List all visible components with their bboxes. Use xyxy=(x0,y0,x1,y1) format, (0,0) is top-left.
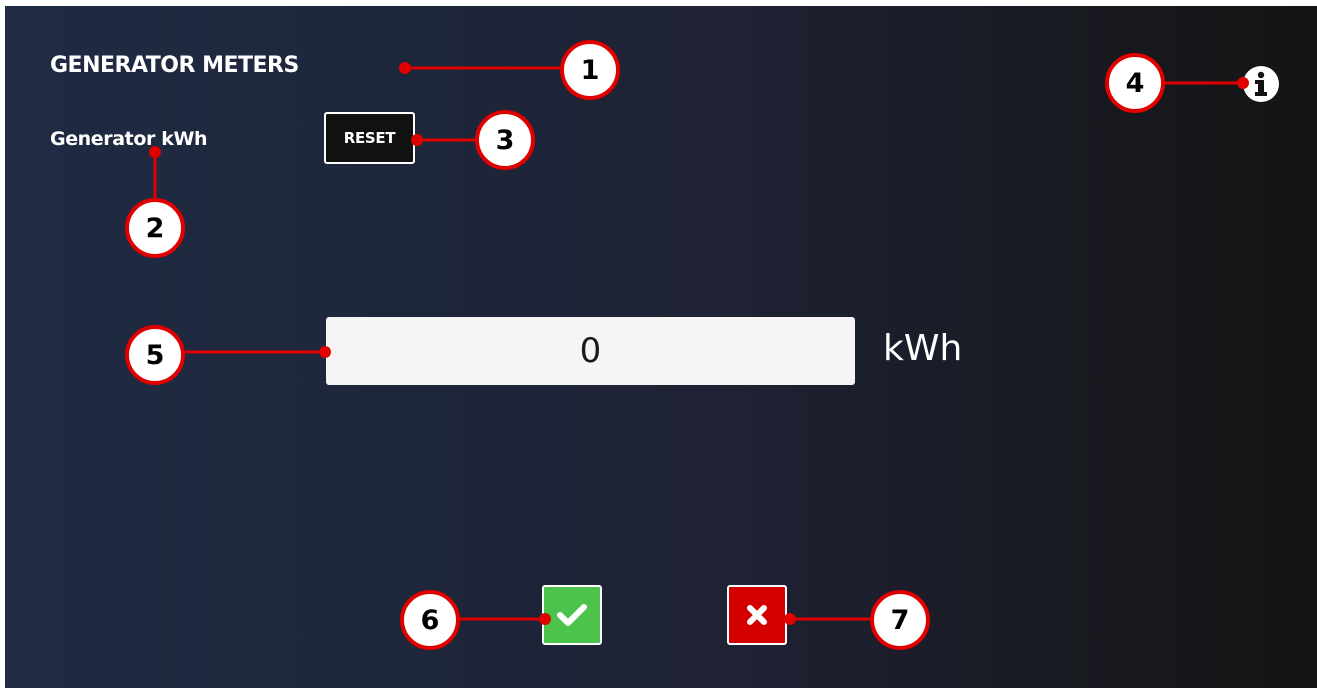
check-icon xyxy=(557,604,587,626)
callout-marker-4: 4 xyxy=(1105,53,1165,113)
info-icon[interactable] xyxy=(1243,66,1279,102)
callout-marker-6: 6 xyxy=(400,590,460,650)
cancel-button[interactable] xyxy=(727,585,787,645)
reset-button[interactable]: RESET xyxy=(324,112,415,164)
close-icon xyxy=(747,605,767,625)
meter-label: Generator kWh xyxy=(50,128,208,150)
confirm-button[interactable] xyxy=(542,585,602,645)
callout-marker-1: 1 xyxy=(560,40,620,100)
kwh-value-input[interactable] xyxy=(326,317,855,385)
callout-marker-3: 3 xyxy=(475,110,535,170)
callout-marker-7: 7 xyxy=(870,590,930,650)
page-title: GENERATOR METERS xyxy=(50,53,299,78)
callout-marker-5: 5 xyxy=(125,325,185,385)
info-glyph xyxy=(1255,71,1267,96)
callout-marker-2: 2 xyxy=(125,198,185,258)
unit-label: kWh xyxy=(883,328,963,369)
